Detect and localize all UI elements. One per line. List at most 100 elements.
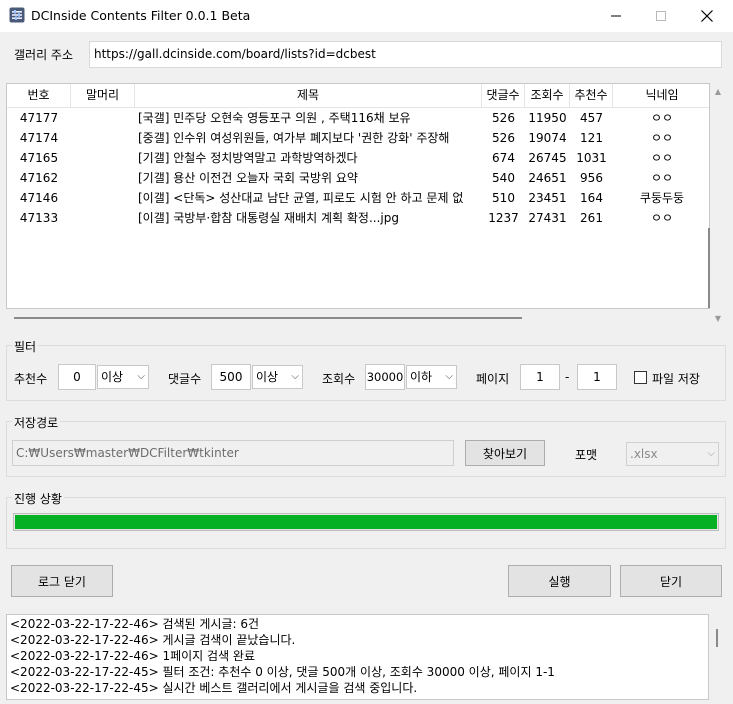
table-header: 번호 말머리 제목 댓글수 조회수 추천수 닉네임	[7, 84, 709, 108]
table-vertical-scrollbar[interactable]	[710, 83, 726, 327]
comment-input[interactable]: 500	[211, 364, 251, 390]
post-table[interactable]: 번호 말머리 제목 댓글수 조회수 추천수 닉네임 47177 [국갤] 민주당…	[6, 83, 710, 309]
app-filter-icon	[9, 7, 25, 23]
gallery-address-label: 갤러리 주소	[14, 48, 74, 62]
cell-head	[71, 128, 135, 148]
cell-recommends: 1031	[576, 151, 607, 165]
cell-recommends: 164	[580, 191, 603, 205]
cell-title: [이갤] <단독> 성산대교 남단 균열, 피로도 시험 안 하고 문제 없	[138, 191, 464, 205]
cell-recommends: 261	[580, 211, 603, 225]
run-button[interactable]: 실행	[508, 565, 611, 597]
filter-group-label: 필터	[12, 338, 39, 355]
file-save-label: 파일 저장	[652, 372, 700, 386]
maximize-button[interactable]	[638, 0, 684, 32]
comment-label: 댓글수	[168, 372, 202, 386]
window-title: DCInside Contents Filter 0.0.1 Beta	[31, 8, 251, 23]
cell-comments: 674	[492, 151, 515, 165]
column-header-title[interactable]: 제목	[135, 84, 482, 108]
close-icon	[701, 10, 713, 22]
column-header-comments[interactable]: 댓글수	[482, 84, 525, 108]
cell-head	[71, 188, 135, 208]
view-input[interactable]: 30000	[365, 364, 405, 390]
comment-condition-select[interactable]: 이상 ⌵	[252, 365, 303, 389]
close-window-button[interactable]	[684, 0, 730, 32]
view-label: 조회수	[322, 372, 356, 386]
view-condition-select[interactable]: 이하 ⌵	[406, 365, 457, 389]
table-row[interactable]: 47174 [중갤] 인수위 여성위원들, 여가부 폐지보다 '권한 강화' 주…	[7, 128, 709, 148]
cell-recommends: 457	[580, 111, 603, 125]
page-range-separator: -	[565, 370, 570, 384]
cell-views: 11950	[528, 111, 567, 125]
cell-nickname: ㅇㅇ	[650, 131, 674, 145]
log-line: <2022-03-22-17-22-45> 필터 조건: 추천수 0 이상, 댓…	[10, 665, 555, 679]
scroll-down-arrow-icon[interactable]: ▼	[710, 311, 726, 327]
chevron-down-icon: ⌵	[445, 371, 453, 382]
recommend-label: 추천수	[14, 372, 48, 386]
comment-condition-value: 이상	[256, 370, 279, 384]
cell-comments: 540	[492, 171, 515, 185]
cell-head	[71, 148, 135, 168]
column-header-head[interactable]: 말머리	[71, 84, 135, 108]
progress-group-label: 진행 상황	[12, 490, 64, 507]
cell-nickname: 쿠둥두둥	[639, 191, 685, 205]
column-header-views[interactable]: 조회수	[525, 84, 570, 108]
cell-comments: 526	[492, 131, 515, 145]
cell-nickname: ㅇㅇ	[650, 111, 674, 125]
cell-views: 24651	[528, 171, 567, 185]
column-header-nickname[interactable]: 닉네임	[613, 84, 709, 108]
scroll-up-arrow-icon[interactable]: ▲	[710, 84, 726, 100]
close-button[interactable]: 닫기	[620, 565, 722, 597]
log-line: <2022-03-22-17-22-46> 게시글 검색이 끝났습니다.	[10, 633, 296, 647]
maximize-icon	[656, 11, 666, 21]
cell-comments: 526	[492, 111, 515, 125]
cell-head	[71, 208, 135, 228]
minimize-icon	[611, 15, 621, 17]
format-label: 포맷	[575, 448, 598, 462]
log-line: <2022-03-22-17-22-46> 검색된 게시글: 6건	[10, 617, 260, 631]
cell-number: 47146	[19, 191, 59, 205]
chevron-down-icon: ⌵	[137, 371, 145, 382]
table-row[interactable]: 47165 [기갤] 안철수 정치방역말고 과학방역하겠다 674 26745 …	[7, 148, 709, 168]
table-vertical-scroll-thumb[interactable]	[708, 228, 710, 308]
file-save-checkbox[interactable]	[634, 371, 647, 384]
table-horizontal-scroll-thumb[interactable]	[14, 317, 522, 319]
cell-nickname: ㅇㅇ	[650, 211, 674, 225]
cell-views: 26745	[528, 151, 567, 165]
view-condition-value: 이하	[410, 370, 433, 384]
cell-title: [기갤] 안철수 정치방역말고 과학방역하겠다	[138, 151, 358, 165]
page-to-input[interactable]: 1	[577, 364, 617, 390]
column-header-number[interactable]: 번호	[7, 84, 71, 108]
save-path-input[interactable]: C:₩Users₩master₩DCFilter₩tkinter	[12, 440, 454, 466]
chevron-down-icon: ⌵	[707, 448, 715, 459]
minimize-button[interactable]	[593, 0, 639, 32]
log-vertical-scroll-thumb[interactable]	[716, 629, 718, 647]
table-row[interactable]: 47162 [기갤] 용산 이전건 오늘자 국회 국방위 요약 540 2465…	[7, 168, 709, 188]
browse-button[interactable]: 찾아보기	[465, 440, 545, 466]
cell-number: 47165	[19, 151, 59, 165]
cell-comments: 510	[492, 191, 515, 205]
table-row[interactable]: 47133 [이갤] 국방부·합참 대통령실 재배치 계획 확정...jpg 1…	[7, 208, 709, 228]
progress-bar	[13, 513, 719, 531]
close-log-button[interactable]: 로그 닫기	[11, 565, 113, 597]
recommend-condition-value: 이상	[101, 370, 124, 384]
cell-title: [이갤] 국방부·합참 대통령실 재배치 계획 확정...jpg	[138, 211, 399, 225]
cell-views: 27431	[528, 211, 567, 225]
table-row[interactable]: 47146 [이갤] <단독> 성산대교 남단 균열, 피로도 시험 안 하고 …	[7, 188, 709, 208]
cell-title: [기갤] 용산 이전건 오늘자 국회 국방위 요약	[138, 171, 358, 185]
cell-title: [중갤] 인수위 여성위원들, 여가부 폐지보다 '권한 강화' 주장해	[138, 131, 450, 145]
log-textbox[interactable]: <2022-03-22-17-22-46> 검색된 게시글: 6건 <2022-…	[6, 614, 709, 700]
cell-nickname: ㅇㅇ	[650, 151, 674, 165]
column-header-recommends[interactable]: 추천수	[570, 84, 613, 108]
cell-number: 47162	[19, 171, 59, 185]
page-from-input[interactable]: 1	[520, 364, 560, 390]
gallery-address-input[interactable]: https://gall.dcinside.com/board/lists?id…	[89, 41, 722, 68]
format-select[interactable]: .xlsx ⌵	[626, 442, 719, 466]
recommend-condition-select[interactable]: 이상 ⌵	[97, 365, 149, 389]
cell-head	[71, 108, 135, 128]
cell-number: 47133	[19, 211, 59, 225]
log-line: <2022-03-22-17-22-45> 실시간 베스트 갤러리에서 게시글을…	[10, 681, 418, 695]
recommend-input[interactable]: 0	[58, 364, 96, 390]
cell-comments: 1237	[488, 211, 519, 225]
table-row[interactable]: 47177 [국갤] 민주당 오현숙 영등포구 의원 , 주택116채 보유 5…	[7, 108, 709, 128]
progress-bar-fill	[15, 515, 717, 529]
